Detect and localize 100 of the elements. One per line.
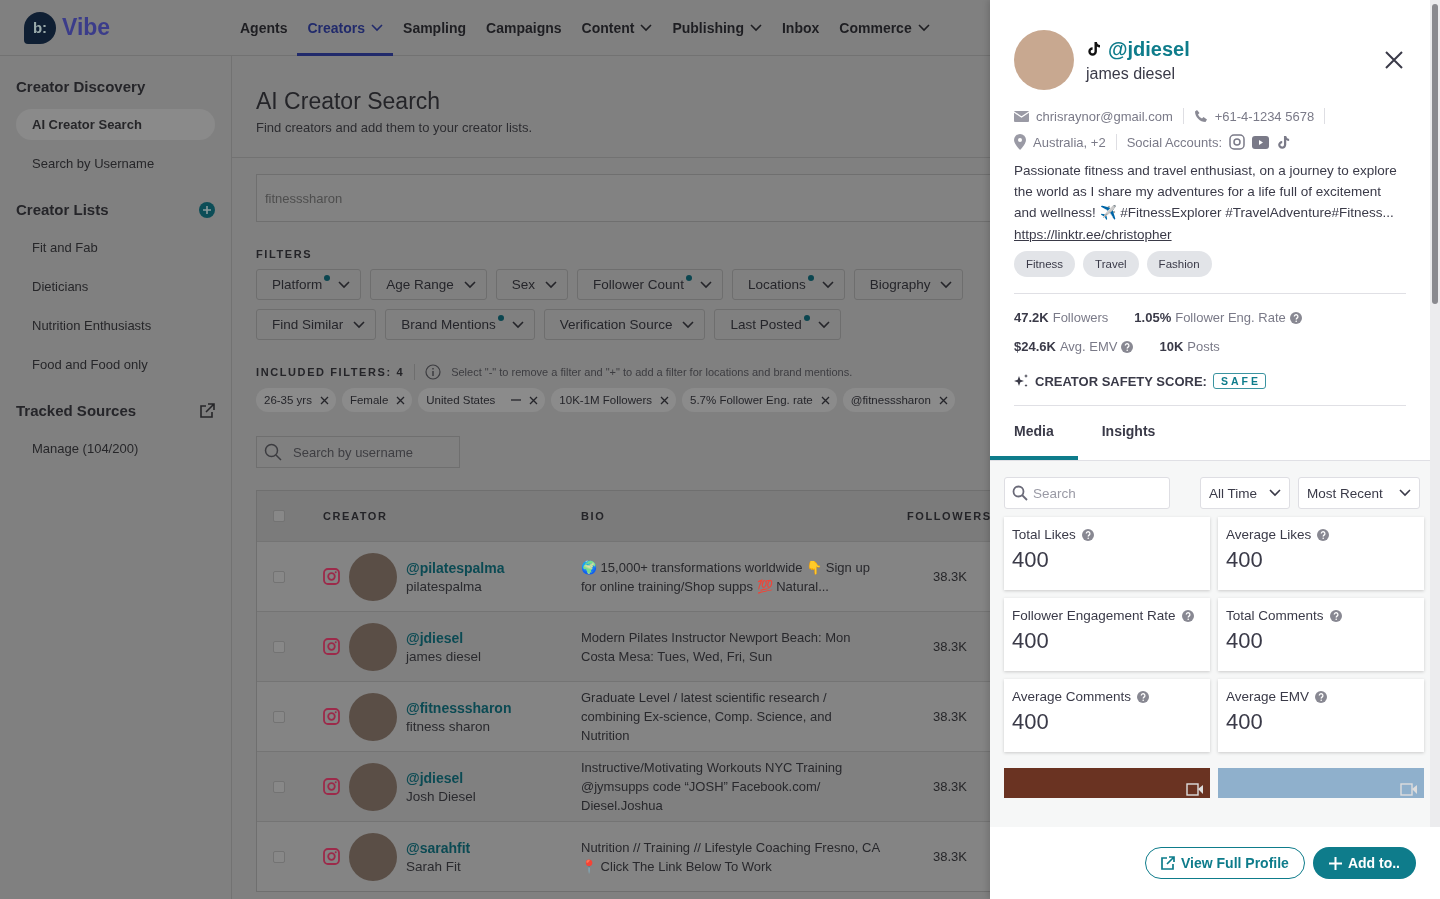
metric-label: Follower Engagement Rate xyxy=(1012,608,1176,623)
youtube-icon[interactable] xyxy=(1252,135,1269,149)
help-icon xyxy=(1181,609,1194,622)
creator-name: Josh Diesel xyxy=(406,788,476,804)
safety-score-label: CREATOR SAFETY SCORE: xyxy=(1035,373,1207,389)
phone-text: +61-4-1234 5678 xyxy=(1214,108,1315,124)
sort-dropdown[interactable]: Most Recent xyxy=(1298,477,1420,509)
remove-icon[interactable] xyxy=(820,395,830,405)
chevron-down-icon xyxy=(545,280,558,289)
remove-icon[interactable] xyxy=(396,395,406,405)
username-search-field[interactable]: Search by username xyxy=(256,436,460,468)
nav-tab[interactable]: Sampling xyxy=(393,0,477,56)
remove-icon[interactable] xyxy=(529,395,539,405)
nav-tab[interactable]: Publishing xyxy=(662,0,772,56)
filter-dropdown[interactable]: Sex xyxy=(495,269,569,300)
creator-name: pilatespalma xyxy=(406,578,483,594)
followers-cell-text: 38.3K xyxy=(932,639,968,654)
add-icon[interactable] xyxy=(199,201,215,218)
instagram-icon xyxy=(323,638,340,655)
metric-value: 400 xyxy=(1226,709,1264,735)
sidebar-item[interactable]: Fit and Fab xyxy=(16,232,215,263)
sidebar-item[interactable]: Nutrition Enthusiasts xyxy=(16,310,215,341)
filter-dropdown[interactable]: Platform xyxy=(256,269,362,300)
chevron-down-icon xyxy=(821,280,834,289)
instagram-icon xyxy=(323,778,340,795)
filter-dropdown[interactable]: Locations xyxy=(731,269,845,300)
video-thumbnail[interactable] xyxy=(1218,768,1424,798)
category-tag: Fitness xyxy=(1014,251,1076,277)
avatar-placeholder xyxy=(349,552,397,601)
remove-icon[interactable] xyxy=(938,395,948,405)
profile-tab[interactable]: Insights xyxy=(1077,406,1180,460)
creator-handle[interactable]: @jdiesel xyxy=(406,629,482,646)
creator-handle[interactable]: @fitnesssharon xyxy=(406,699,512,716)
filters-label: FILTERS xyxy=(256,248,314,260)
media-search-field[interactable]: Search xyxy=(1004,477,1170,509)
filter-dropdown[interactable]: Brand Mentions xyxy=(385,309,535,340)
nav-tab[interactable]: Inbox xyxy=(772,0,830,56)
nav-tab[interactable]: Creators xyxy=(297,0,394,56)
sparkle-icon xyxy=(1014,374,1029,388)
tiktok-icon xyxy=(1086,41,1102,57)
sidebar-item[interactable]: Search by Username xyxy=(16,148,215,179)
chip-label: Female xyxy=(349,394,389,406)
profile-link[interactable]: https://linktr.ee/christopher xyxy=(1014,227,1172,242)
search-icon xyxy=(264,443,282,461)
sidebar-item[interactable]: Manage (104/200) xyxy=(16,433,215,464)
tiktok-icon xyxy=(1276,134,1291,150)
followers-cell-text: 38.3K xyxy=(932,569,968,584)
chevron-down-icon xyxy=(940,280,953,289)
chip-label: 26-35 yrs xyxy=(264,394,312,406)
chevron-down-icon xyxy=(353,320,366,329)
creator-handle[interactable]: @pilatespalma xyxy=(406,559,505,576)
remove-icon[interactable] xyxy=(319,395,329,405)
instagram-icon[interactable] xyxy=(1229,134,1245,150)
column-header: FOLLOWERS xyxy=(906,510,991,522)
nav-tab[interactable]: Campaigns xyxy=(476,0,572,56)
sidebar-item[interactable]: Dieticians xyxy=(16,271,215,302)
help-icon xyxy=(1137,690,1150,703)
safety-badge: SAFE xyxy=(1212,373,1266,389)
nav-tab[interactable]: Content xyxy=(571,0,663,56)
section-heading: Creator Discovery xyxy=(16,78,146,95)
filter-dropdown[interactable]: Verification Source xyxy=(543,309,706,340)
add-to-button[interactable]: Add to.. xyxy=(1312,847,1416,879)
video-camera-icon xyxy=(1186,783,1204,796)
bio-cell-text: 🌍 15,000+ transformations worldwide 👇 Sign up for online training/Shop supps 💯 Natural... xyxy=(580,558,871,596)
sidebar-item[interactable]: Food and Food only xyxy=(16,349,215,380)
chip-label: 5.7% Follower Eng. rate xyxy=(690,394,813,406)
metric-label: Average Comments xyxy=(1012,689,1132,704)
filter-dropdown[interactable]: Biography xyxy=(853,269,964,300)
external-link-icon[interactable] xyxy=(199,402,215,419)
metric-label: Average Likes xyxy=(1226,527,1312,542)
metric-value: 400 xyxy=(1012,709,1050,735)
included-filters-label: INCLUDED FILTERS: 4 xyxy=(256,366,405,378)
filter-dropdown[interactable]: Find Similar xyxy=(256,309,377,340)
avatar-placeholder xyxy=(349,832,397,881)
sidebar-item[interactable]: AI Creator Search xyxy=(16,109,215,140)
creator-handle[interactable]: @sarahfit xyxy=(406,839,471,856)
profile-bio: Passionate fitness and travel enthusiast, on a journey to explore the world as I share my adventures for a life full of excitement and wellness! ✈ #FitnessExplorer #TravelAdventure#Fitness... xyxy=(1014,162,1398,222)
search-icon xyxy=(1012,485,1028,501)
filter-dropdown[interactable]: Last Posted xyxy=(714,309,841,340)
nav-tab[interactable]: Commerce xyxy=(829,0,940,56)
help-icon xyxy=(1315,690,1328,703)
column-header: CREATOR xyxy=(322,510,389,522)
info-icon xyxy=(425,364,442,380)
followers-cell-text: 38.3K xyxy=(932,779,968,794)
section-heading: Tracked Sources xyxy=(16,402,137,419)
video-camera-icon xyxy=(1400,783,1418,796)
video-thumbnail[interactable] xyxy=(1004,768,1210,798)
category-tag: Travel xyxy=(1083,251,1139,277)
nav-tab[interactable]: Agents xyxy=(230,0,298,56)
scrollbar-thumb[interactable] xyxy=(1432,4,1438,304)
period-dropdown[interactable]: All Time xyxy=(1200,477,1290,509)
creator-name: Sarah Fit xyxy=(406,858,462,874)
creator-handle[interactable]: @jdiesel xyxy=(406,769,476,786)
instagram-icon xyxy=(323,848,340,865)
remove-icon[interactable] xyxy=(660,395,669,405)
location-pin-icon xyxy=(1014,134,1026,150)
filter-dropdown[interactable]: Follower Count xyxy=(577,269,723,300)
external-link-icon xyxy=(1161,856,1175,870)
followers-cell-text: 38.3K xyxy=(932,849,968,864)
filter-dropdown[interactable]: Age Range xyxy=(370,269,487,300)
